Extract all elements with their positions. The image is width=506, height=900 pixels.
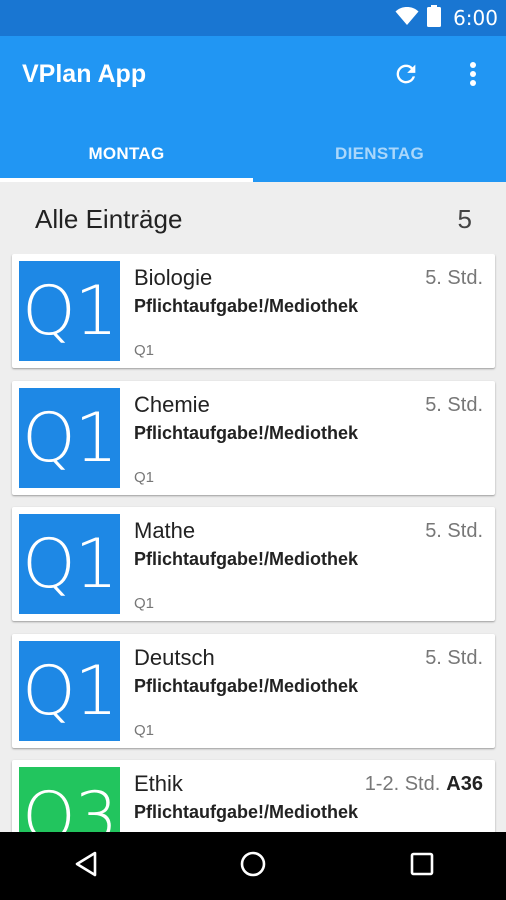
entry-period: 5. Std. <box>425 267 483 289</box>
class-badge: Q1 <box>19 514 120 614</box>
entry-card[interactable]: Q1 Biologie 5. Std. Pflichtaufgabe!/Medi… <box>12 254 495 368</box>
app-title: VPlan App <box>22 60 147 88</box>
class-badge-label: Q3 <box>22 777 118 833</box>
entry-subject: Deutsch <box>134 645 215 670</box>
entry-subject: Biologie <box>134 265 213 290</box>
entry-note: Pflichtaufgabe!/Mediothek <box>134 296 359 316</box>
day-tabs: MONTAG DIENSTAG <box>0 126 506 182</box>
class-badge-label: Q1 <box>22 524 118 604</box>
class-badge: Q1 <box>19 261 120 361</box>
entry-card[interactable]: Q3 Ethik 1-2. Std. A36 Pflichtaufgabe!/Me… <box>12 760 495 832</box>
status-bar: 6:00 <box>0 0 506 36</box>
entry-card[interactable]: Q1 Deutsch 5. Std. Pflichtaufgabe!/Medio… <box>12 634 495 748</box>
section-title: Alle Einträge <box>35 204 183 234</box>
entries-list[interactable]: Q1 Biologie 5. Std. Pflichtaufgabe!/Medi… <box>0 254 506 832</box>
entry-count: 5 <box>457 204 472 234</box>
entry-note: Pflichtaufgabe!/Mediothek <box>134 676 359 696</box>
entry-subject: Mathe <box>134 518 196 543</box>
entry-period: 5. Std. <box>425 520 483 542</box>
entry-period: 1-2. Std. <box>364 773 441 795</box>
tab-dienstag[interactable]: DIENSTAG <box>253 126 506 182</box>
entry-room: A36 <box>446 773 483 795</box>
class-badge-label: Q1 <box>22 398 118 478</box>
tab-montag[interactable]: MONTAG <box>0 126 253 182</box>
entry-time: 5. Std. <box>425 267 483 290</box>
refresh-button[interactable] <box>388 58 424 94</box>
navigation-bar <box>0 832 506 900</box>
entry-group: Q1 <box>134 722 155 739</box>
entry-group: Q1 <box>134 595 155 612</box>
entry-time: 5. Std. <box>425 647 483 670</box>
overflow-menu-button[interactable] <box>458 58 488 94</box>
recents-icon <box>410 852 434 881</box>
home-button[interactable] <box>233 846 273 886</box>
entry-note: Pflichtaufgabe!/Mediothek <box>134 549 359 569</box>
class-badge: Q1 <box>19 388 120 488</box>
entry-time: 5. Std. <box>425 394 483 417</box>
class-badge: Q1 <box>19 641 120 741</box>
entry-group: Q1 <box>134 342 155 359</box>
entry-group: Q1 <box>134 469 155 486</box>
app-bar: VPlan App MONTAG DIENSTAG <box>0 36 506 182</box>
entry-card[interactable]: Q1 Mathe 5. Std. Pflichtaufgabe!/Medioth… <box>12 507 495 621</box>
back-button[interactable] <box>66 846 106 886</box>
section-header: Alle Einträge 5 <box>0 182 506 252</box>
class-badge-label: Q1 <box>22 651 118 731</box>
status-time: 6:00 <box>453 6 498 30</box>
wifi-icon <box>395 6 419 31</box>
entry-period: 5. Std. <box>425 394 483 416</box>
entry-note: Pflichtaufgabe!/Mediothek <box>134 802 359 822</box>
more-vert-icon <box>469 61 477 92</box>
entry-period: 5. Std. <box>425 647 483 669</box>
entry-card[interactable]: Q1 Chemie 5. Std. Pflichtaufgabe!/Mediot… <box>12 381 495 495</box>
class-badge: Q3 <box>19 767 120 832</box>
entry-note: Pflichtaufgabe!/Mediothek <box>134 423 359 443</box>
entry-subject: Chemie <box>134 392 210 417</box>
entry-subject: Ethik <box>134 771 183 796</box>
back-icon <box>73 850 99 883</box>
battery-icon <box>427 4 442 32</box>
home-icon <box>239 850 267 883</box>
entry-time: 1-2. Std. A36 <box>365 773 483 796</box>
class-badge-label: Q1 <box>22 271 118 351</box>
entry-time: 5. Std. <box>425 520 483 543</box>
refresh-icon <box>392 60 420 93</box>
recents-button[interactable] <box>402 846 442 886</box>
